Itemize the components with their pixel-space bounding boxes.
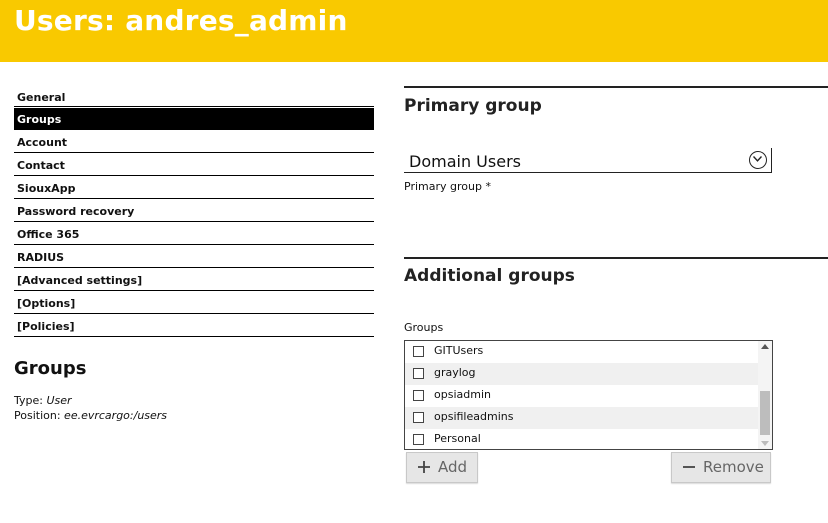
additional-groups-title: Additional groups [404,266,575,286]
list-item-label: Personal [434,432,481,445]
primary-group-label: Primary group * [404,180,491,193]
info-title: Groups [14,358,87,379]
add-button[interactable]: Add [406,452,478,483]
scroll-up-arrow-icon[interactable] [761,344,769,349]
checkbox[interactable] [413,434,424,445]
info-position-value: ee.evrcargo:/users [64,409,168,422]
nav-item-radius[interactable]: RADIUS [14,246,374,268]
groups-label: Groups [404,321,444,334]
list-item-label: graylog [434,366,476,379]
nav-item-account[interactable]: Account [14,131,374,153]
info-type-label: Type: [14,394,43,407]
list-item-label: GITUsers [434,344,484,357]
nav-item-general[interactable]: General [14,86,374,107]
nav-item-policies[interactable]: [Policies] [14,315,374,337]
primary-group-title: Primary group [404,96,542,116]
list-item[interactable]: GITUsers [405,341,759,363]
groups-listbox[interactable]: GITUsers graylog opsiadmin opsifileadmin… [404,340,773,450]
nav-item-office-365[interactable]: Office 365 [14,223,374,245]
primary-group-select[interactable]: Domain Users [404,148,772,173]
checkbox[interactable] [413,390,424,401]
checkbox[interactable] [413,346,424,357]
checkbox[interactable] [413,368,424,379]
add-button-label: Add [438,458,468,476]
scroll-down-arrow-icon[interactable] [761,441,769,446]
nav-item-groups[interactable]: Groups [14,108,374,130]
listbox-scrollbar[interactable] [758,341,772,449]
section-nav: General Groups Account Contact SiouxApp … [14,86,374,337]
info-type: Type: User [14,394,72,407]
minus-icon [683,466,695,468]
info-position: Position: ee.evrcargo:/users [14,409,167,422]
info-type-value: User [46,394,72,407]
list-item-label: opsifileadmins [434,410,514,423]
nav-item-advanced-settings[interactable]: [Advanced settings] [14,269,374,291]
section-divider [404,257,828,259]
page-header: Users: andres_admin [0,0,828,62]
nav-item-options[interactable]: [Options] [14,292,374,314]
list-item[interactable]: opsiadmin [405,385,759,407]
info-position-label: Position: [14,409,61,422]
list-item[interactable]: Personal [405,429,759,449]
list-item[interactable]: opsifileadmins [405,407,759,429]
primary-group-value: Domain Users [409,152,521,171]
nav-item-contact[interactable]: Contact [14,154,374,176]
remove-button[interactable]: Remove [671,452,771,483]
section-divider [404,86,828,88]
chevron-down-icon [749,151,767,169]
nav-item-password-recovery[interactable]: Password recovery [14,200,374,222]
list-item[interactable]: graylog [405,363,759,385]
checkbox[interactable] [413,412,424,423]
list-item-label: opsiadmin [434,388,491,401]
remove-button-label: Remove [703,458,764,476]
scrollbar-thumb[interactable] [760,391,770,435]
nav-item-siouxapp[interactable]: SiouxApp [14,177,374,199]
page-title: Users: andres_admin [14,4,348,37]
plus-icon [418,461,430,473]
